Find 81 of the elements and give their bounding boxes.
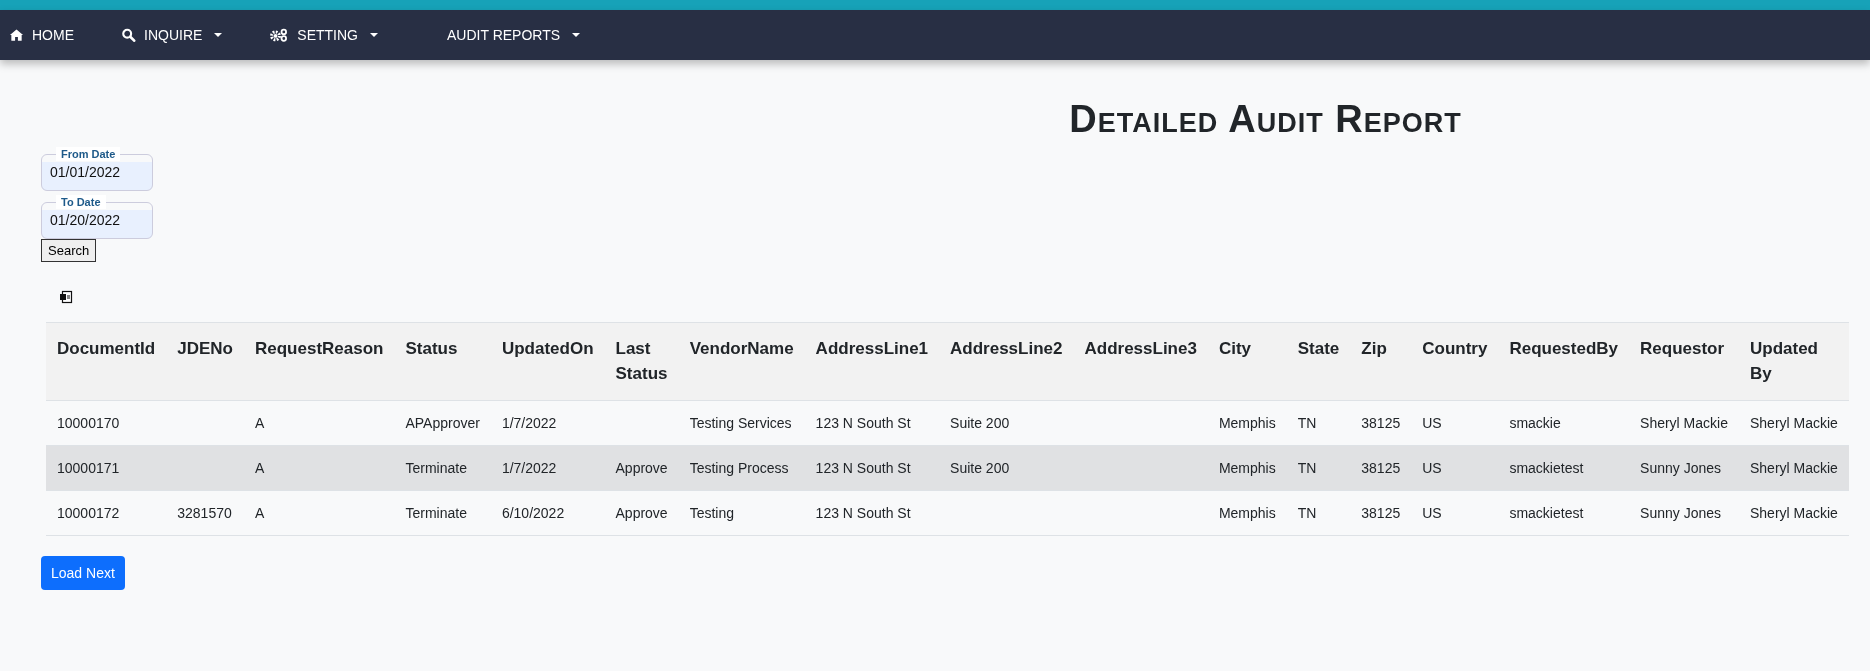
table-cell: A xyxy=(254,415,265,432)
table-cell: Terminate xyxy=(405,505,467,522)
table-cell: Terminate xyxy=(405,460,467,477)
nav-menu-item[interactable]: INQUIRE xyxy=(112,27,223,43)
page-title: Detailed Audit Report xyxy=(1068,98,1463,141)
column-header: Requestor xyxy=(1629,322,1739,401)
table-cell: TN xyxy=(1297,460,1317,477)
table-row[interactable]: 10000171 A Terminate 1/7/2022 Approve Testing Process 123 N South St Suite 200 Memphis TN 38125 US smackietest Sunny Jones Sheryl Mackie xyxy=(46,445,1849,491)
field-value: 01/20/2022 xyxy=(50,211,122,230)
search-button[interactable]: Search xyxy=(41,239,97,262)
table-cell: 38125 xyxy=(1361,505,1401,522)
column-header: Last Status xyxy=(604,322,679,401)
field-label: From Date xyxy=(56,147,121,161)
table-cell: Sunny Jones xyxy=(1640,505,1721,522)
column-header: Country xyxy=(1411,322,1499,401)
table-cell: 38125 xyxy=(1361,460,1401,477)
table-cell: Memphis xyxy=(1218,415,1276,432)
column-header: UpdatedOn xyxy=(490,322,605,401)
gears-icon xyxy=(269,28,290,42)
table-cell: Memphis xyxy=(1218,460,1276,477)
table-cell: 6/10/2022 xyxy=(501,505,565,522)
table-cell: Testing Process xyxy=(689,460,789,477)
table-cell: US xyxy=(1422,505,1442,522)
table-cell: Approve xyxy=(615,505,668,522)
table-cell: 38125 xyxy=(1361,415,1401,432)
search-icon xyxy=(121,28,136,42)
table-cell: Sheryl Mackie xyxy=(1640,415,1728,432)
table-cell: 123 N South St xyxy=(815,460,911,477)
table-cell: Suite 200 xyxy=(950,415,1010,432)
column-header: RequestReason xyxy=(243,322,395,401)
table-cell: smackietest xyxy=(1509,505,1584,522)
nav-menu-item[interactable]: AUDIT REPORTS xyxy=(438,27,581,43)
field-value: 01/01/2022 xyxy=(50,163,122,182)
nav-menu-item[interactable]: HOME xyxy=(0,27,74,43)
export-icon[interactable] xyxy=(59,290,73,304)
column-header: AddressLine3 xyxy=(1073,322,1208,401)
table-cell: Testing xyxy=(689,505,735,522)
table-cell: APApprover xyxy=(405,415,480,432)
field-label: To Date xyxy=(56,195,106,209)
table-row[interactable]: 10000170 A APApprover 1/7/2022 Testing Services 123 N South St Suite 200 Memphis TN 38125 US smackie Sheryl Mackie Sheryl Mackie xyxy=(46,400,1849,446)
column-header: Zip xyxy=(1350,322,1412,401)
date-field[interactable]: To Date 01/20/2022 xyxy=(41,195,153,239)
column-header: JDENo xyxy=(166,322,244,401)
table-cell: TN xyxy=(1297,415,1317,432)
table-row[interactable]: 10000172 3281570 A Terminate 6/10/2022 Approve Testing 123 N South St Memphis TN 38125 US smackietest Sunny Jones Sheryl Mackie xyxy=(46,490,1849,536)
nav-menu-item[interactable]: SETTING xyxy=(260,27,378,43)
load-next-button[interactable]: Load Next xyxy=(41,556,125,591)
table-cell: Sunny Jones xyxy=(1640,460,1721,477)
table-cell: 10000170 xyxy=(57,415,120,432)
table-cell: 123 N South St xyxy=(815,415,911,432)
table-cell: US xyxy=(1422,415,1442,432)
table-cell: Sheryl Mackie xyxy=(1749,415,1838,432)
table-cell: smackietest xyxy=(1509,460,1584,477)
column-header: RequestedBy xyxy=(1498,322,1630,401)
table-cell: A xyxy=(254,505,265,522)
table-cell: Memphis xyxy=(1218,505,1276,522)
table-cell: US xyxy=(1422,460,1442,477)
table-cell: 10000171 xyxy=(57,460,120,477)
column-header: AddressLine2 xyxy=(939,322,1074,401)
table-cell: 1/7/2022 xyxy=(501,460,557,477)
date-field[interactable]: From Date 01/01/2022 xyxy=(41,147,153,191)
column-header: Updated By xyxy=(1738,322,1849,401)
table-cell: TN xyxy=(1297,505,1317,522)
home-icon xyxy=(9,28,24,42)
table-cell: Approve xyxy=(615,460,668,477)
table-cell: A xyxy=(254,460,265,477)
column-header: State xyxy=(1286,322,1351,401)
table-cell: Suite 200 xyxy=(950,460,1010,477)
table-cell: 3281570 xyxy=(177,505,232,522)
table-cell: Sheryl Mackie xyxy=(1749,505,1838,522)
column-header: DocumentId xyxy=(46,322,167,401)
table-cell: Testing Services xyxy=(689,415,792,432)
table-cell: 123 N South St xyxy=(815,505,911,522)
column-header: AddressLine1 xyxy=(804,322,940,401)
table-cell: smackie xyxy=(1509,415,1561,432)
column-header: VendorName xyxy=(678,322,805,401)
column-header: Status xyxy=(394,322,491,401)
table-cell: 10000172 xyxy=(57,505,120,522)
table-cell: 1/7/2022 xyxy=(501,415,557,432)
column-header: City xyxy=(1207,322,1287,401)
table-cell: Sheryl Mackie xyxy=(1749,460,1838,477)
